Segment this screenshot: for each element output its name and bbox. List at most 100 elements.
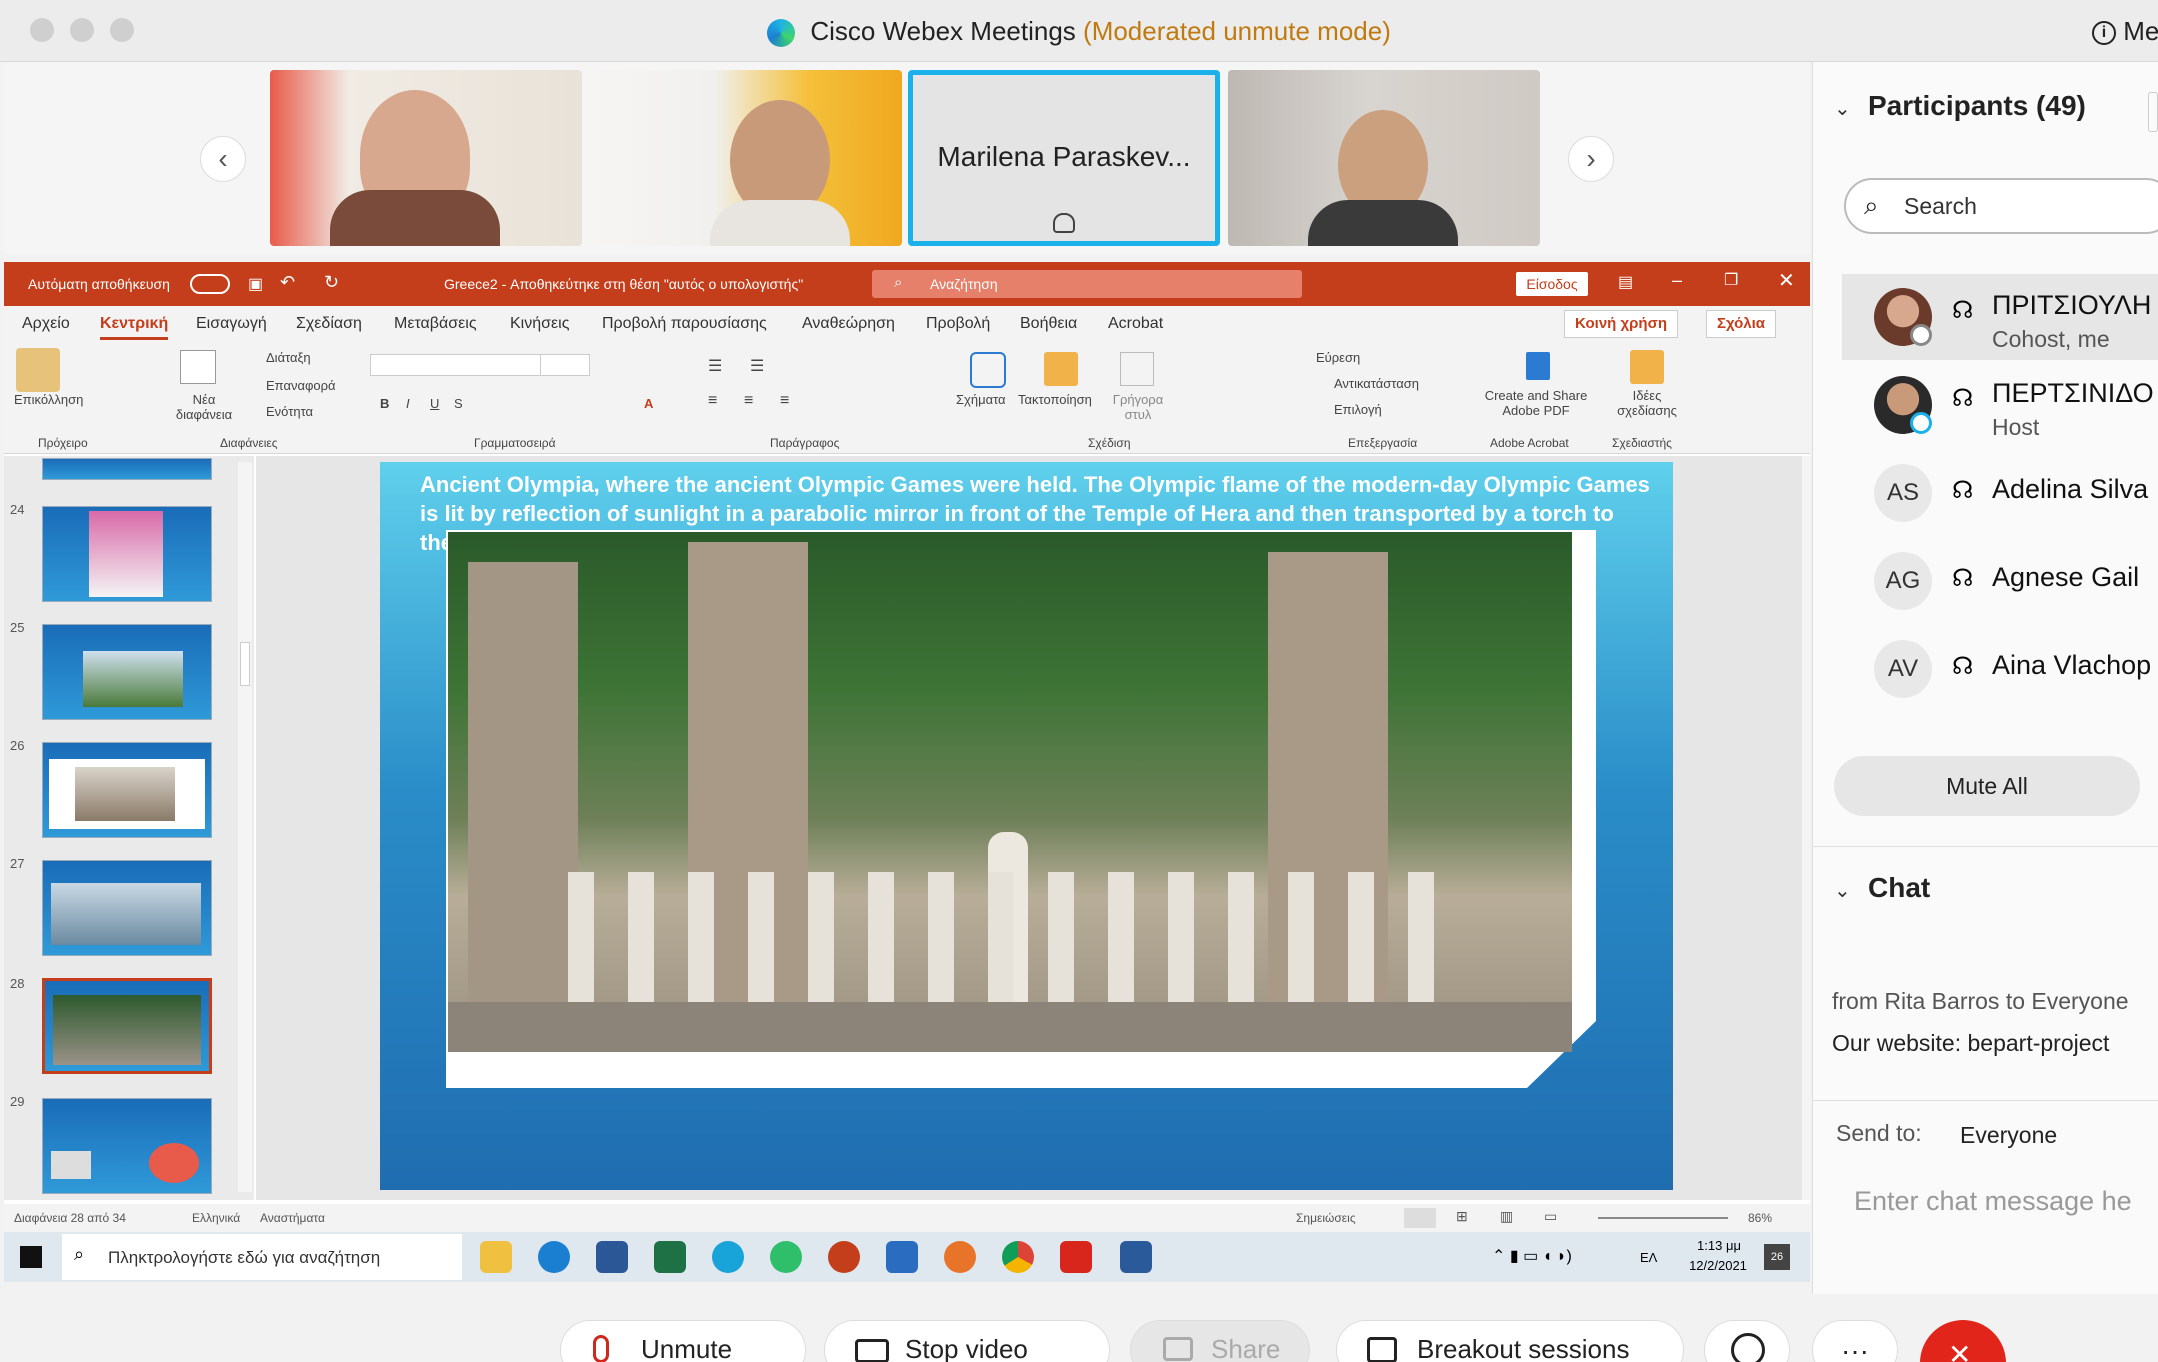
breakout-sessions-button[interactable]: Breakout sessions <box>1336 1320 1684 1362</box>
bullets-icon[interactable]: ☰ <box>708 356 722 376</box>
chat-message-text[interactable]: Our website: bepart-project <box>1832 1030 2109 1057</box>
video-tile-2[interactable] <box>590 70 902 246</box>
send-to-select[interactable]: Everyone <box>1960 1122 2057 1149</box>
minimize-icon[interactable]: – <box>1672 270 1682 291</box>
slide-thumbnail-28-selected[interactable] <box>42 978 212 1074</box>
paste-icon[interactable] <box>16 348 60 392</box>
mute-all-button[interactable]: Mute All <box>1834 756 2140 816</box>
new-slide-icon[interactable] <box>180 350 216 384</box>
numbering-icon[interactable]: ☰ <box>750 356 764 376</box>
photos-icon[interactable] <box>1120 1241 1152 1273</box>
menu-transitions[interactable]: Μεταβάσεις <box>394 315 477 333</box>
menu-acrobat[interactable]: Acrobat <box>1108 315 1163 333</box>
reset-button[interactable]: Επαναφορά <box>266 378 336 393</box>
select-button[interactable]: Επιλογή <box>1334 402 1382 417</box>
layout-button[interactable]: Διάταξη <box>266 350 311 365</box>
slide-thumbnail-26[interactable] <box>42 742 212 838</box>
font-size-select[interactable] <box>540 354 590 376</box>
windows-start-icon[interactable] <box>20 1246 42 1268</box>
align-center-icon[interactable]: ≡ <box>744 392 753 410</box>
slide-thumbnail-29[interactable] <box>42 1098 212 1194</box>
save-icon[interactable]: ▣ <box>248 274 263 294</box>
align-left-icon[interactable]: ≡ <box>708 392 717 410</box>
zoom-level[interactable]: 86% <box>1748 1211 1772 1225</box>
participant-row[interactable]: AG ☊ Agnese Gail <box>1842 538 2158 624</box>
menu-home[interactable]: Κεντρική <box>100 315 169 340</box>
accessibility-status[interactable]: Αναστήματα <box>260 1211 325 1225</box>
find-button[interactable]: Εύρεση <box>1316 350 1360 365</box>
powerpoint-icon[interactable] <box>828 1241 860 1273</box>
app-icon[interactable] <box>538 1241 570 1273</box>
chat-collapse-icon[interactable]: ⌄ <box>1834 878 1851 903</box>
tray-icons[interactable]: ⌃ ▮ ▭ ◖ ◗) <box>1492 1246 1572 1266</box>
comments-button[interactable]: Σχόλια <box>1706 310 1776 338</box>
participant-row[interactable]: AS ☊ Adelina Silva <box>1842 450 2158 536</box>
chrome-icon[interactable] <box>1002 1241 1034 1273</box>
input-language[interactable]: ΕΛ <box>1640 1250 1657 1265</box>
arrange-icon[interactable] <box>1044 352 1078 386</box>
thumbnails-scroll-thumb[interactable] <box>240 642 250 686</box>
taskbar-date[interactable]: 12/2/2021 <box>1678 1258 1758 1273</box>
webex-icon[interactable] <box>770 1241 802 1273</box>
design-ideas-icon[interactable] <box>1630 350 1664 384</box>
acrobat-icon[interactable] <box>1060 1241 1092 1273</box>
menu-view[interactable]: Προβολή <box>926 315 990 333</box>
shapes-icon[interactable] <box>970 352 1006 388</box>
word-icon[interactable] <box>596 1241 628 1273</box>
menu-slideshow[interactable]: Προβολή παρουσίασης <box>602 315 767 333</box>
participants-search-field[interactable]: ⌕ Search <box>1844 178 2158 234</box>
ppt-search-box[interactable]: ⌕ Αναζήτηση <box>872 270 1302 298</box>
strip-next-button[interactable]: › <box>1568 136 1614 182</box>
menu-insert[interactable]: Εισαγωγή <box>196 315 267 333</box>
font-color-icon[interactable]: A <box>644 396 653 411</box>
panel-scrollbar[interactable] <box>2148 92 2158 132</box>
menu-animations[interactable]: Κινήσεις <box>510 315 569 333</box>
bold-icon[interactable]: B <box>380 396 389 411</box>
undo-icon[interactable]: ↶ <box>280 272 295 293</box>
video-tile-4[interactable] <box>1228 70 1540 246</box>
menu-review[interactable]: Αναθεώρηση <box>802 315 895 333</box>
restore-icon[interactable]: ❐ <box>1724 270 1738 290</box>
meeting-info-button[interactable]: i Me <box>2092 16 2158 47</box>
video-tile-active-speaker[interactable]: Marilena Paraskev... <box>908 70 1220 246</box>
autosave-toggle[interactable] <box>190 274 230 294</box>
replace-button[interactable]: Αντικατάσταση <box>1334 376 1419 391</box>
close-icon[interactable]: ✕ <box>1778 268 1795 293</box>
shadow-icon[interactable]: S <box>454 396 463 411</box>
more-options-button[interactable]: ··· <box>1812 1320 1898 1362</box>
ribbon-display-icon[interactable]: ▤ <box>1618 272 1633 292</box>
slide-thumbnail-27[interactable] <box>42 860 212 956</box>
share-content-button[interactable]: Share <box>1130 1320 1310 1362</box>
participant-row[interactable]: ☊ ΠΕΡΤΣΙΝΙΔΟ Host <box>1842 362 2158 448</box>
taskbar-search[interactable]: ⌕ Πληκτρολογήστε εδώ για αναζήτηση <box>62 1234 462 1280</box>
stop-video-button[interactable]: Stop video <box>824 1320 1110 1362</box>
video-tile-1[interactable] <box>270 70 582 246</box>
signin-button[interactable]: Είσοδος <box>1516 272 1588 296</box>
notification-icon[interactable]: 26 <box>1764 1244 1790 1270</box>
slide-thumbnail-24[interactable] <box>42 506 212 602</box>
menu-help[interactable]: Βοήθεια <box>1020 315 1077 333</box>
excel-icon[interactable] <box>654 1241 686 1273</box>
edge-icon[interactable] <box>712 1241 744 1273</box>
firefox-icon[interactable] <box>944 1241 976 1273</box>
taskbar-time[interactable]: 1:13 μμ <box>1684 1238 1754 1253</box>
slide-thumbnail-25[interactable] <box>42 624 212 720</box>
reading-view-icon[interactable]: ▥ <box>1500 1208 1513 1225</box>
section-button[interactable]: Ενότητα <box>266 404 313 419</box>
slide-thumbnail-23[interactable] <box>42 458 212 480</box>
share-button[interactable]: Κοινή χρήση <box>1564 310 1678 338</box>
underline-icon[interactable]: U <box>430 396 439 411</box>
language-status[interactable]: Ελληνικά <box>192 1211 240 1225</box>
slideshow-icon[interactable]: ▭ <box>1544 1208 1557 1225</box>
slide-sorter-icon[interactable]: ⊞ <box>1456 1208 1468 1225</box>
menu-file[interactable]: Αρχείο <box>22 315 70 333</box>
zoom-slider[interactable] <box>1598 1217 1728 1219</box>
slide-scrollbar[interactable] <box>1802 456 1810 1200</box>
italic-icon[interactable]: I <box>406 396 410 411</box>
participant-row[interactable]: ☊ ΠΡΙΤΣΙΟΥΛΗ Cohost, me <box>1842 274 2158 360</box>
strip-prev-button[interactable]: ‹ <box>200 136 246 182</box>
reactions-button[interactable] <box>1704 1320 1790 1362</box>
align-right-icon[interactable]: ≡ <box>780 392 789 410</box>
participant-row[interactable]: AV ☊ Aina Vlachop <box>1842 626 2158 712</box>
file-explorer-icon[interactable] <box>480 1241 512 1273</box>
